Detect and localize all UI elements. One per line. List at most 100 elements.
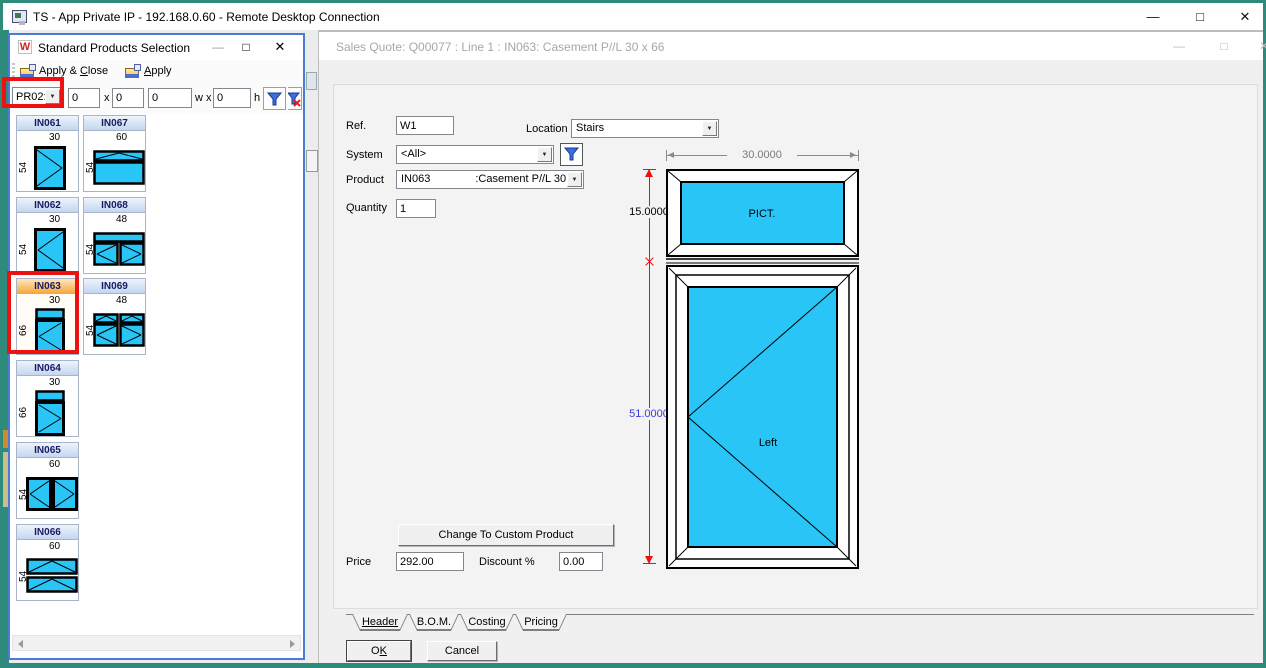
maximize-icon[interactable]: □ [234, 37, 258, 57]
wx-label: w x [195, 92, 212, 104]
product-width: 48 [98, 214, 145, 225]
location-label: Location [526, 123, 568, 135]
product-desc: :Casement P//L 30 [475, 173, 566, 185]
product-width: 60 [31, 459, 78, 470]
product-code: IN062 [17, 198, 78, 213]
discount-input[interactable] [559, 552, 603, 571]
tab-costing[interactable]: Costing [460, 615, 514, 632]
ref-input[interactable] [396, 116, 454, 135]
system-label: System [346, 149, 383, 161]
height-dimension-line [649, 169, 650, 564]
min-width-input[interactable] [68, 88, 100, 108]
product-card[interactable]: IN069 48 54 [83, 278, 146, 355]
product-list: IN061 30 54 IN067 60 54 [10, 114, 303, 658]
max-height-input[interactable] [213, 88, 251, 108]
location-value: Stairs [576, 122, 700, 134]
scroll-right-icon[interactable] [290, 640, 295, 648]
minimize-icon[interactable]: — [206, 37, 230, 57]
product-width: 60 [98, 132, 145, 143]
product-height: 66 [18, 391, 29, 433]
maximize-icon[interactable]: □ [1209, 35, 1239, 57]
rdp-icon [12, 10, 27, 23]
close-icon[interactable]: ✕ [1223, 3, 1266, 30]
product-thumbnail [33, 390, 67, 436]
rdp-window-title: TS - App Private IP - 192.168.0.60 - Rem… [33, 10, 380, 24]
dialog-title: Standard Products Selection [38, 41, 190, 55]
quantity-label: Quantity [346, 202, 387, 214]
chevron-down-icon[interactable]: ▼ [567, 172, 582, 187]
scroll-left-icon[interactable] [18, 640, 23, 648]
product-card[interactable]: IN067 60 54 [83, 115, 146, 192]
quantity-input[interactable] [396, 199, 436, 218]
product-height: 54 [18, 228, 29, 270]
close-icon[interactable]: ✕ [1249, 35, 1266, 57]
dialog-titlebar: W Standard Products Selection — □ ✕ [10, 35, 303, 60]
horizontal-scrollbar[interactable] [12, 635, 301, 651]
product-width: 30 [31, 214, 78, 225]
apply-filter-button[interactable] [263, 87, 286, 110]
dim-tick [643, 169, 656, 170]
minimize-icon[interactable]: — [1131, 3, 1175, 30]
dim-arrow [850, 152, 856, 158]
dim-tick [643, 563, 656, 564]
min-height-input[interactable] [112, 88, 144, 108]
product-width: 60 [31, 541, 78, 552]
apply-button[interactable]: Apply [125, 62, 181, 82]
product-thumbnail [33, 145, 67, 191]
product-card[interactable]: IN068 48 54 [83, 197, 146, 274]
tab-pricing[interactable]: Pricing [515, 615, 567, 632]
close-icon[interactable]: ✕ [268, 37, 292, 57]
product-card[interactable]: IN064 30 66 [16, 360, 79, 437]
discount-label: Discount % [479, 556, 535, 568]
clear-filter-icon [288, 92, 301, 107]
product-code: IN061 [17, 116, 78, 131]
sash-hand-label: Left [759, 437, 777, 449]
apply-icon [125, 64, 141, 78]
top-pane-label: PICT. [749, 208, 776, 220]
background-button-fragment [306, 150, 318, 172]
price-input[interactable] [396, 552, 464, 571]
annotation-product-group-highlight [2, 77, 64, 108]
product-thumbnail [93, 312, 145, 348]
quote-titlebar: Sales Quote: Q00077 : Line 1 : IN063: Ca… [319, 32, 1263, 60]
product-thumbnail [93, 149, 145, 185]
system-filter-button[interactable] [560, 143, 583, 166]
product-code: IN064 [17, 361, 78, 376]
product-code: IN063 [401, 173, 430, 185]
window-drawing: PICT. Left [666, 169, 859, 569]
product-thumbnail [33, 227, 67, 273]
app-icon: W [18, 40, 32, 54]
tab-header[interactable]: Header [352, 615, 408, 632]
max-width-input[interactable] [148, 88, 192, 108]
system-select[interactable]: <All> ▼ [396, 145, 554, 164]
minimize-icon[interactable]: — [1164, 35, 1194, 57]
clear-filter-button[interactable] [288, 87, 302, 110]
product-width: 30 [31, 377, 78, 388]
product-card[interactable]: IN065 60 54 [16, 442, 79, 519]
cancel-button[interactable]: Cancel [427, 641, 497, 661]
product-thumbnail [26, 558, 78, 594]
product-code: IN067 [84, 116, 145, 131]
tab-bom[interactable]: B.O.M. [409, 615, 459, 632]
sales-quote-window: Sales Quote: Q00077 : Line 1 : IN063: Ca… [318, 30, 1263, 663]
product-card[interactable]: IN062 30 54 [16, 197, 79, 274]
system-value: <All> [401, 148, 535, 160]
maximize-icon[interactable]: □ [1178, 3, 1222, 30]
ok-button[interactable]: OK [347, 641, 411, 661]
annotation-selected-product-highlight [7, 271, 79, 354]
quote-window-title: Sales Quote: Q00077 : Line 1 : IN063: Ca… [336, 40, 664, 54]
change-to-custom-product-button[interactable]: Change To Custom Product [398, 524, 614, 546]
chevron-down-icon[interactable]: ▼ [702, 121, 717, 136]
chevron-down-icon[interactable]: ▼ [537, 147, 552, 162]
product-width: 48 [98, 295, 145, 306]
product-width: 30 [31, 132, 78, 143]
location-select[interactable]: Stairs ▼ [571, 119, 719, 138]
dim-tick [666, 150, 667, 161]
price-label: Price [346, 556, 371, 568]
product-card[interactable]: IN066 60 54 [16, 524, 79, 601]
ref-label: Ref. [346, 120, 366, 132]
product-card[interactable]: IN061 30 54 [16, 115, 79, 192]
product-select[interactable]: IN063 :Casement P//L 30 ▼ [396, 170, 584, 189]
product-code: IN068 [84, 198, 145, 213]
background-toolbar-fragment [306, 72, 317, 90]
